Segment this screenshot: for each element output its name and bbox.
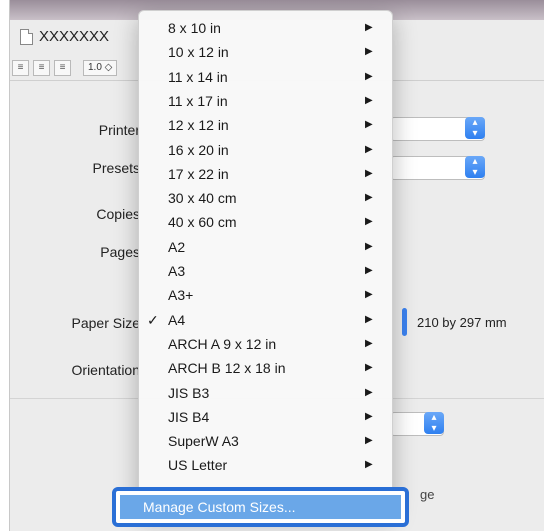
menu-item-paper-size[interactable]: A3 ▶ <box>139 262 392 280</box>
menu-item-label: A3 <box>168 263 186 279</box>
menu-item-label: 17 x 22 in <box>168 166 229 182</box>
menu-item-label: US Letter <box>168 457 228 473</box>
submenu-arrow-icon: ▶ <box>365 411 373 422</box>
popup-arrows-icon: ▴ ▾ <box>465 117 485 139</box>
menu-item-label: SuperW A3 <box>168 433 239 449</box>
submenu-arrow-icon: ▶ <box>365 119 373 130</box>
menu-item-paper-size[interactable]: 17 x 22 in ▶ <box>139 165 392 183</box>
menu-item-label: 11 x 17 in <box>168 93 228 109</box>
menu-item-label: A3+ <box>168 287 194 303</box>
menu-item-paper-size[interactable]: 12 x 12 in ▶ <box>139 116 392 134</box>
menu-item-label: 8 x 10 in <box>168 20 221 36</box>
printer-select[interactable]: ▴ ▾ <box>390 117 485 141</box>
menu-item-paper-size[interactable]: JIS B3 ▶ <box>139 384 392 402</box>
submenu-arrow-icon: ▶ <box>365 95 373 106</box>
submenu-arrow-icon: ▶ <box>365 168 373 179</box>
align-left-icon[interactable]: ≡ <box>12 60 29 76</box>
submenu-arrow-icon: ▶ <box>365 216 373 227</box>
popup-arrows-icon: ▴ ▾ <box>424 412 444 434</box>
menu-item-paper-size[interactable]: 16 x 20 in ▶ <box>139 141 392 159</box>
menu-item-label: A2 <box>168 239 186 255</box>
align-right-icon[interactable]: ≡ <box>54 60 71 76</box>
app-options-select[interactable]: ▴ ▾ <box>390 412 444 436</box>
menu-item-manage-custom-sizes[interactable]: Manage Custom Sizes... <box>120 495 401 519</box>
submenu-arrow-icon: ▶ <box>365 362 373 373</box>
submenu-arrow-icon: ▶ <box>365 459 373 470</box>
menu-item-paper-size[interactable]: 8 x 10 in ▶ <box>139 19 392 37</box>
menu-item-paper-size[interactable]: 40 x 60 cm ▶ <box>139 213 392 231</box>
paper-size-popup-edge[interactable] <box>402 308 407 336</box>
menu-item-label: 11 x 14 in <box>168 69 228 85</box>
orientation-label: Orientation <box>71 362 140 378</box>
menu-item-label: 16 x 20 in <box>168 142 229 158</box>
checkmark-icon: ✓ <box>147 312 159 328</box>
menu-item-label: 12 x 12 in <box>168 117 229 133</box>
obscured-option-text: ge <box>420 487 435 502</box>
submenu-arrow-icon: ▶ <box>365 435 373 446</box>
menu-item-label: ARCH A 9 x 12 in <box>168 336 277 352</box>
submenu-arrow-icon: ▶ <box>365 241 373 252</box>
menu-item-paper-size[interactable]: 30 x 40 cm ▶ <box>139 189 392 207</box>
document-title: XXXXXXX <box>20 28 109 45</box>
submenu-arrow-icon: ▶ <box>365 192 373 203</box>
copies-label: Copies <box>96 206 140 222</box>
menu-item-paper-size[interactable]: ARCH A 9 x 12 in ▶ <box>139 335 392 353</box>
presets-select[interactable]: ▴ ▾ <box>390 156 485 180</box>
menu-item-paper-size[interactable]: JIS B4 ▶ <box>139 408 392 426</box>
menu-item-paper-size[interactable]: 10 x 12 in ▶ <box>139 43 392 61</box>
submenu-arrow-icon: ▶ <box>365 22 373 33</box>
menu-item-label: 30 x 40 cm <box>168 190 237 206</box>
printer-label: Printer <box>98 122 140 138</box>
paper-size-menu: 8 x 10 in ▶ 10 x 12 in ▶ 11 x 14 in ▶ 11 x 17 … <box>138 10 393 512</box>
menu-item-paper-size[interactable]: 11 x 14 in ▶ <box>139 68 392 86</box>
popup-arrows-icon: ▴ ▾ <box>465 156 485 178</box>
menu-item-label: JIS B3 <box>168 385 210 401</box>
menu-item-paper-size[interactable]: 11 x 17 in ▶ <box>139 92 392 110</box>
submenu-arrow-icon: ▶ <box>365 338 373 349</box>
pages-label: Pages <box>100 244 140 260</box>
align-center-icon[interactable]: ≡ <box>33 60 50 76</box>
paper-dimensions: 210 by 297 mm <box>417 315 507 330</box>
menu-item-label: 40 x 60 cm <box>168 214 237 230</box>
presets-label: Presets <box>92 160 140 176</box>
menu-item-paper-size[interactable]: US Letter ▶ <box>139 456 392 474</box>
document-icon <box>20 28 33 45</box>
menu-item-paper-size[interactable]: ✓ A4 ▶ <box>139 311 392 329</box>
menu-item-label: JIS B4 <box>168 409 210 425</box>
document-title-text: XXXXXXX <box>39 28 110 45</box>
submenu-arrow-icon: ▶ <box>365 144 373 155</box>
manage-custom-sizes-highlight: Manage Custom Sizes... <box>112 487 409 527</box>
submenu-arrow-icon: ▶ <box>365 71 373 82</box>
menu-item-label: 10 x 12 in <box>168 44 229 60</box>
manage-custom-sizes-label: Manage Custom Sizes... <box>143 499 296 515</box>
menu-item-label: A4 <box>168 312 186 328</box>
submenu-arrow-icon: ▶ <box>365 314 373 325</box>
line-spacing-select[interactable]: 1.0 ◇ <box>83 60 118 76</box>
menu-item-paper-size[interactable]: SuperW A3 ▶ <box>139 432 392 450</box>
submenu-arrow-icon: ▶ <box>365 265 373 276</box>
menu-item-paper-size[interactable]: A2 ▶ <box>139 238 392 256</box>
submenu-arrow-icon: ▶ <box>365 289 373 300</box>
submenu-arrow-icon: ▶ <box>365 46 373 57</box>
menu-item-paper-size[interactable]: A3+ ▶ <box>139 286 392 304</box>
menu-item-label: ARCH B 12 x 18 in <box>168 360 286 376</box>
paper-size-label: Paper Size <box>71 315 140 331</box>
submenu-arrow-icon: ▶ <box>365 387 373 398</box>
menu-item-paper-size[interactable]: ARCH B 12 x 18 in ▶ <box>139 359 392 377</box>
